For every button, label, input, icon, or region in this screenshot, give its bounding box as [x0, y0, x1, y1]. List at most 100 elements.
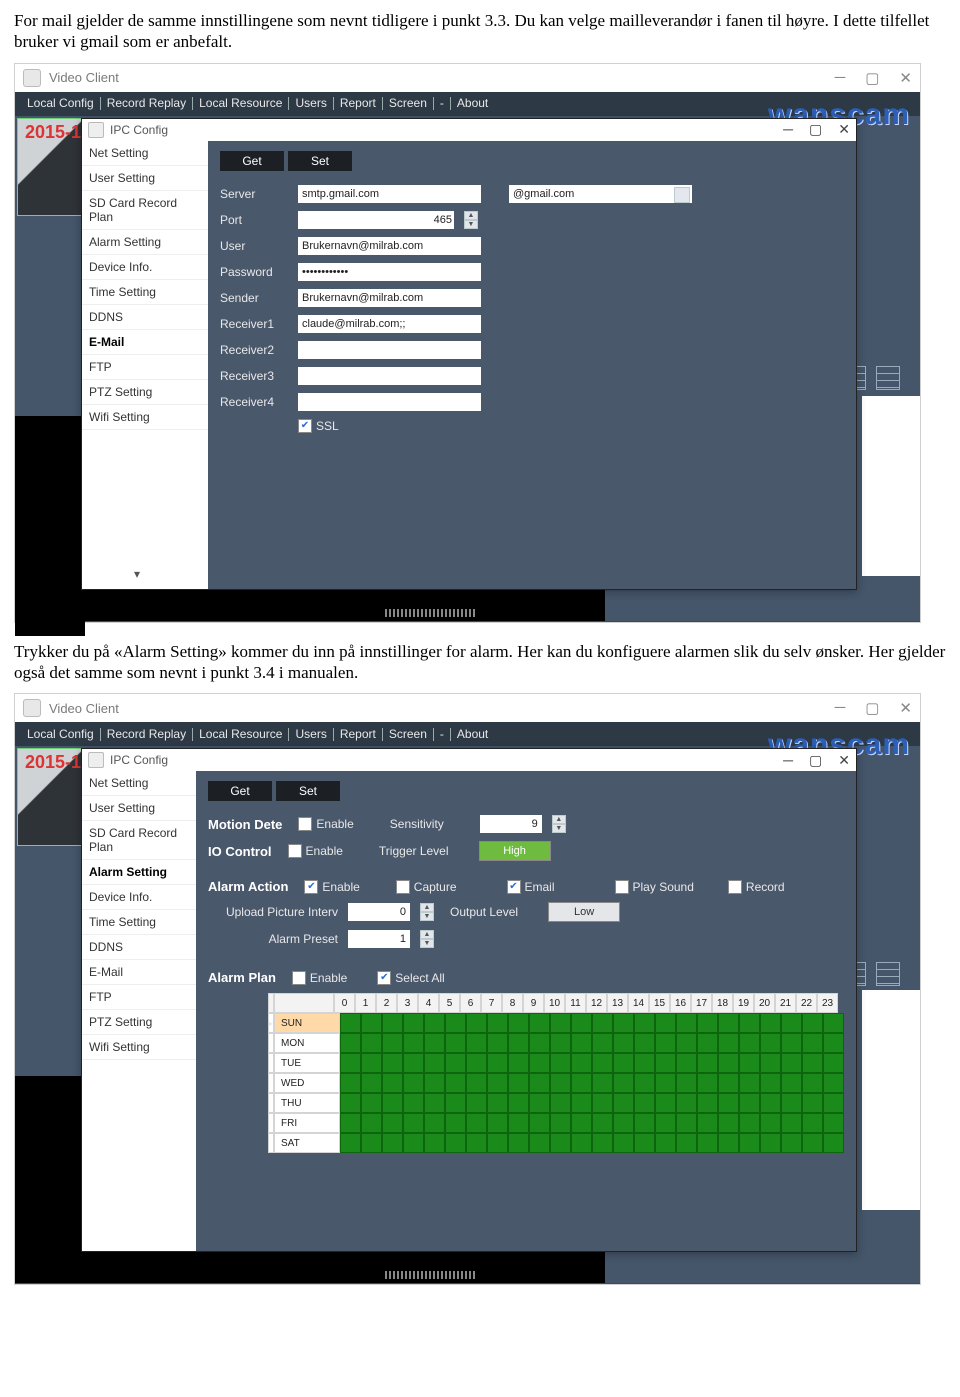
schedule-cell[interactable] — [676, 1113, 697, 1133]
schedule-cell[interactable] — [760, 1013, 781, 1033]
sidebar-item[interactable]: DDNS — [82, 935, 196, 960]
schedule-cell[interactable] — [760, 1073, 781, 1093]
sidebar-item[interactable]: E-Mail — [82, 960, 196, 985]
schedule-cell[interactable] — [676, 1013, 697, 1033]
schedule-cell[interactable] — [382, 1013, 403, 1033]
schedule-cell[interactable] — [445, 1113, 466, 1133]
schedule-cell[interactable] — [613, 1113, 634, 1133]
schedule-cell[interactable] — [403, 1053, 424, 1073]
menu-item[interactable]: Screen — [383, 97, 434, 110]
schedule-cell[interactable] — [508, 1133, 529, 1153]
schedule-cell[interactable] — [781, 1113, 802, 1133]
sidebar-item[interactable]: User Setting — [82, 796, 196, 821]
schedule-cell[interactable] — [508, 1033, 529, 1053]
schedule-cell[interactable] — [676, 1053, 697, 1073]
schedule-cell[interactable] — [361, 1013, 382, 1033]
schedule-cell[interactable] — [424, 1033, 445, 1053]
dropdown-icon[interactable]: ▾ — [134, 567, 140, 581]
sidebar-item[interactable]: Net Setting — [82, 771, 196, 796]
schedule-cell[interactable] — [760, 1053, 781, 1073]
schedule-cell[interactable] — [529, 1113, 550, 1133]
schedule-cell[interactable] — [382, 1113, 403, 1133]
email-checkbox[interactable]: ✔Email — [507, 880, 555, 894]
receiver4-input[interactable] — [298, 393, 481, 411]
menu-item[interactable]: Local Resource — [193, 728, 289, 741]
schedule-cell[interactable] — [550, 1013, 571, 1033]
schedule-cell[interactable] — [529, 1013, 550, 1033]
schedule-cell[interactable] — [718, 1093, 739, 1113]
sidebar-item[interactable]: Time Setting — [82, 280, 208, 305]
schedule-cell[interactable] — [718, 1033, 739, 1053]
schedule-cell[interactable] — [760, 1033, 781, 1053]
provider-select[interactable]: @gmail.com — [509, 185, 692, 203]
schedule-cell[interactable] — [739, 1133, 760, 1153]
sidebar-item[interactable]: E-Mail — [82, 330, 208, 355]
schedule-cell[interactable] — [529, 1053, 550, 1073]
menu-item[interactable]: Local Config — [21, 97, 101, 110]
close-icon[interactable]: ✕ — [899, 69, 912, 87]
schedule-cell[interactable] — [655, 1033, 676, 1053]
schedule-cell[interactable] — [466, 1093, 487, 1113]
schedule-cell[interactable] — [529, 1033, 550, 1053]
schedule-cell[interactable] — [634, 1113, 655, 1133]
schedule-cell[interactable] — [550, 1113, 571, 1133]
schedule-cell[interactable] — [340, 1053, 361, 1073]
schedule-cell[interactable] — [676, 1093, 697, 1113]
menu-item[interactable]: - — [434, 97, 451, 110]
schedule-cell[interactable] — [634, 1093, 655, 1113]
schedule-cell[interactable] — [508, 1113, 529, 1133]
schedule-cell[interactable] — [382, 1093, 403, 1113]
schedule-cell[interactable] — [781, 1013, 802, 1033]
menu-item[interactable]: About — [451, 97, 494, 110]
schedule-cell[interactable] — [739, 1053, 760, 1073]
menu-item[interactable]: Report — [334, 728, 383, 741]
schedule-cell[interactable] — [823, 1013, 844, 1033]
get-button[interactable]: Get — [208, 781, 272, 801]
schedule-cell[interactable] — [655, 1093, 676, 1113]
schedule-cell[interactable] — [424, 1053, 445, 1073]
maximize-icon[interactable]: ▢ — [865, 69, 879, 87]
schedule-cell[interactable] — [361, 1053, 382, 1073]
sender-input[interactable]: Brukernavn@milrab.com — [298, 289, 481, 307]
maximize-icon[interactable]: ▢ — [809, 121, 822, 138]
schedule-cell[interactable] — [466, 1033, 487, 1053]
schedule-cell[interactable] — [508, 1013, 529, 1033]
schedule-cell[interactable] — [634, 1033, 655, 1053]
schedule-cell[interactable] — [361, 1073, 382, 1093]
preset-spinner[interactable]: ▲▼ — [420, 930, 434, 948]
schedule-cell[interactable] — [592, 1113, 613, 1133]
schedule-cell[interactable] — [592, 1013, 613, 1033]
schedule-cell[interactable] — [487, 1133, 508, 1153]
schedule-cell[interactable] — [739, 1013, 760, 1033]
schedule-cell[interactable] — [676, 1133, 697, 1153]
schedule-cell[interactable] — [487, 1053, 508, 1073]
maximize-icon[interactable]: ▢ — [809, 752, 822, 769]
schedule-cell[interactable] — [403, 1113, 424, 1133]
schedule-cell[interactable] — [445, 1133, 466, 1153]
schedule-cell[interactable] — [382, 1073, 403, 1093]
receiver2-input[interactable] — [298, 341, 481, 359]
minimize-icon[interactable]: ─ — [783, 752, 793, 769]
schedule-cell[interactable] — [613, 1013, 634, 1033]
schedule-cell[interactable] — [445, 1053, 466, 1073]
schedule-cell[interactable] — [655, 1053, 676, 1073]
schedule-cell[interactable] — [361, 1113, 382, 1133]
minimize-icon[interactable]: ─ — [835, 69, 846, 87]
schedule-cell[interactable] — [424, 1133, 445, 1153]
menu-item[interactable]: Report — [334, 97, 383, 110]
schedule-cell[interactable] — [697, 1133, 718, 1153]
sidebar-item[interactable]: Device Info. — [82, 885, 196, 910]
schedule-cell[interactable] — [550, 1033, 571, 1053]
schedule-cell[interactable] — [487, 1073, 508, 1093]
schedule-cell[interactable] — [508, 1073, 529, 1093]
schedule-cell[interactable] — [823, 1133, 844, 1153]
sidebar-item[interactable]: User Setting — [82, 166, 208, 191]
schedule-cell[interactable] — [802, 1013, 823, 1033]
sensitivity-spinner[interactable]: ▲▼ — [552, 815, 566, 833]
schedule-cell[interactable] — [571, 1113, 592, 1133]
io-enable-checkbox[interactable]: ✔Enable — [288, 844, 343, 858]
schedule-cell[interactable] — [697, 1033, 718, 1053]
schedule-cell[interactable] — [739, 1073, 760, 1093]
schedule-cell[interactable] — [424, 1013, 445, 1033]
menu-item[interactable]: Local Config — [21, 728, 101, 741]
